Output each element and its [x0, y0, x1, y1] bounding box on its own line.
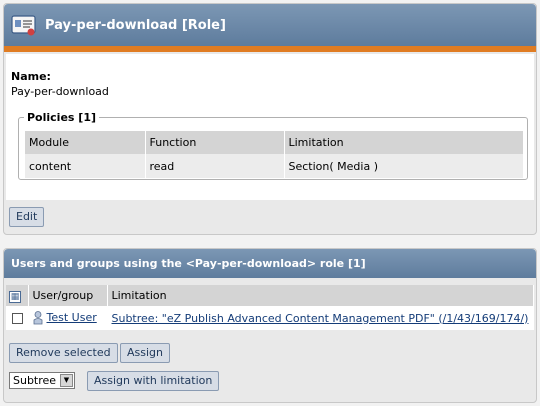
column-header-function: Function: [145, 131, 285, 154]
policies-legend: Policies [1]: [24, 111, 99, 124]
edit-button[interactable]: Edit: [9, 207, 45, 227]
user-icon: [33, 311, 42, 325]
column-header-module: Module: [25, 131, 146, 154]
assignments-title: Users and groups using the <Pay-per-down…: [11, 257, 366, 270]
column-header-limitation: Limitation: [284, 131, 524, 154]
assignments-table: ▦ User/group Limitation Test User Subtre…: [6, 285, 534, 330]
column-header-assignment-limitation: Limitation: [107, 285, 534, 306]
limitation-type-select[interactable]: Subtree ▼: [9, 372, 75, 389]
accent-bar: [4, 46, 536, 52]
toggle-selection-icon[interactable]: ▦: [9, 290, 21, 303]
policy-limitation: Section( Media ): [284, 154, 524, 178]
assign-button[interactable]: Assign: [120, 343, 170, 363]
role-details: Name: Pay-per-download Policies [1] Modu…: [6, 54, 534, 200]
policy-module: content: [25, 154, 146, 178]
policies-table: Module Function Limitation content read …: [25, 131, 524, 178]
row-checkbox[interactable]: [12, 313, 23, 324]
chevron-down-icon[interactable]: ▼: [60, 374, 73, 387]
row-select-cell: [6, 306, 29, 330]
assignment-limitation-cell: Subtree: "eZ Publish Advanced Content Ma…: [107, 306, 534, 330]
page-title: Pay-per-download [Role]: [45, 18, 226, 33]
table-row: content read Section( Media ): [25, 154, 524, 178]
user-link[interactable]: Test User: [47, 311, 97, 324]
select-value: Subtree: [13, 374, 57, 387]
assign-with-limitation-button[interactable]: Assign with limitation: [87, 371, 220, 391]
policy-function: read: [145, 154, 285, 178]
remove-selected-button[interactable]: Remove selected: [9, 343, 118, 363]
name-value: Pay-per-download: [11, 85, 109, 98]
role-panel: Pay-per-download [Role] Name: Pay-per-do…: [3, 3, 537, 235]
table-row: Test User Subtree: "eZ Publish Advanced …: [6, 306, 534, 330]
user-cell: Test User: [28, 306, 108, 330]
toggle-selection-header[interactable]: ▦: [6, 285, 29, 306]
limitation-link[interactable]: Subtree: "eZ Publish Advanced Content Ma…: [112, 312, 529, 325]
role-icon: [11, 15, 36, 36]
column-header-user-group: User/group: [28, 285, 108, 306]
name-label: Name:: [11, 70, 51, 83]
